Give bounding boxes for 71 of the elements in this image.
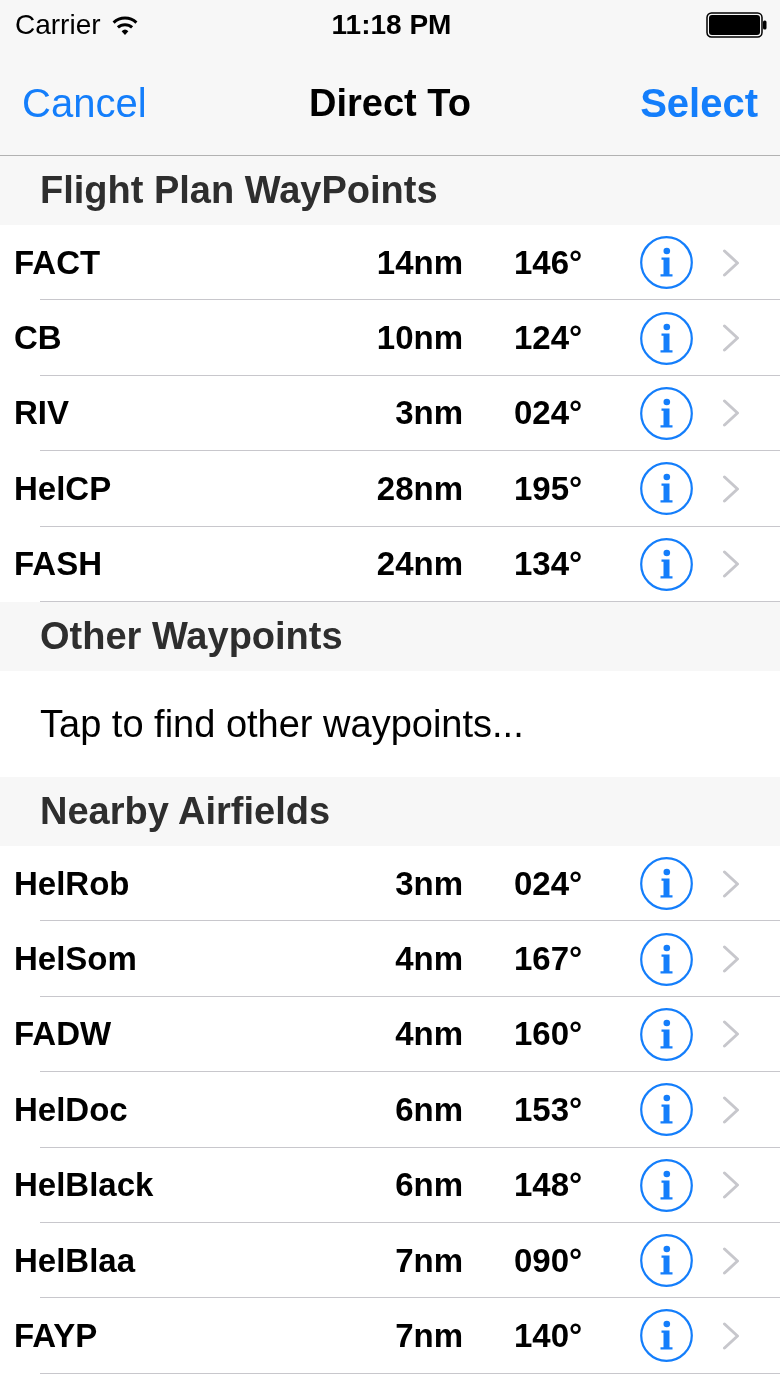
distance-text: 4nm <box>395 940 463 979</box>
bearing-text: 153° <box>514 1090 583 1129</box>
distance-text: 6nm <box>395 1090 463 1129</box>
bearing-text: 124° <box>514 319 583 358</box>
chevron-icon <box>722 248 740 277</box>
distance-text: 4nm <box>395 1015 463 1054</box>
waypoint-name: CB <box>14 319 63 358</box>
wifi-icon <box>110 14 139 36</box>
chevron-icon <box>722 550 740 579</box>
info-icon[interactable] <box>640 537 693 591</box>
distance-text: 7nm <box>395 1241 463 1280</box>
chevron-icon <box>722 1171 740 1200</box>
info-icon[interactable] <box>640 311 693 365</box>
waypoint-name: HelBlack <box>14 1166 155 1205</box>
info-icon[interactable] <box>640 932 693 986</box>
chevron-icon <box>722 399 740 428</box>
waypoint-name: FACT <box>14 243 102 282</box>
waypoint-name: RIV <box>14 394 70 433</box>
cancel-button[interactable]: Cancel <box>22 79 147 126</box>
waypoint-name: FADW <box>14 1015 113 1054</box>
distance-text: 28nm <box>376 469 463 508</box>
find-waypoints-link[interactable]: Tap to find other waypoints... <box>40 701 524 746</box>
section-header: Nearby Airfields <box>0 776 780 846</box>
bearing-text: 024° <box>514 394 583 433</box>
waypoint-name: HelBlaa <box>14 1241 137 1280</box>
distance-text: 14nm <box>376 243 463 282</box>
chevron-icon <box>722 324 740 353</box>
chevron-icon <box>722 1095 740 1124</box>
chevron-icon <box>722 1322 740 1350</box>
bearing-text: 090° <box>514 1241 583 1280</box>
info-icon[interactable] <box>640 1158 693 1212</box>
carrier-text: Carrier <box>15 9 101 41</box>
info-icon[interactable] <box>640 857 693 911</box>
bearing-text: 146° <box>514 243 583 282</box>
distance-text: 7nm <box>395 1317 463 1355</box>
bearing-text: 195° <box>514 469 583 508</box>
screen-title: Direct To <box>309 80 471 125</box>
bearing-text: 148° <box>514 1166 583 1205</box>
waypoint-name: FASH <box>14 545 103 584</box>
bearing-text: 134° <box>514 545 583 584</box>
battery-icon <box>706 12 768 38</box>
waypoint-name: HelSom <box>14 940 138 979</box>
distance-text: 6nm <box>395 1166 463 1205</box>
bearing-text: 140° <box>514 1317 583 1355</box>
waypoint-name: HelDoc <box>14 1090 129 1129</box>
section-header: Other Waypoints <box>0 601 780 671</box>
distance-text: 3nm <box>395 394 463 433</box>
chevron-icon <box>722 1246 740 1275</box>
distance-text: 3nm <box>395 864 463 903</box>
select-button[interactable]: Select <box>640 79 758 126</box>
clock-time: 11:18 PM <box>331 9 452 41</box>
info-icon[interactable] <box>640 462 693 516</box>
bearing-text: 167° <box>514 940 583 979</box>
waypoint-name: FAYP <box>14 1317 99 1355</box>
chevron-icon <box>722 869 740 898</box>
waypoint-name: HelCP <box>14 469 113 508</box>
chevron-icon <box>722 945 740 974</box>
section-header: Flight Plan WayPoints <box>0 156 780 225</box>
info-icon[interactable] <box>640 1083 693 1137</box>
chevron-icon <box>722 474 740 503</box>
info-icon[interactable] <box>640 1309 693 1363</box>
bearing-text: 160° <box>514 1015 583 1054</box>
chevron-icon <box>722 1020 740 1049</box>
info-icon[interactable] <box>640 1007 693 1061</box>
info-icon[interactable] <box>640 236 693 290</box>
distance-text: 10nm <box>376 319 463 358</box>
info-icon[interactable] <box>640 386 693 440</box>
distance-text: 24nm <box>376 545 463 584</box>
waypoint-name: HelRob <box>14 864 131 903</box>
info-icon[interactable] <box>640 1234 693 1288</box>
bearing-text: 024° <box>514 864 583 903</box>
